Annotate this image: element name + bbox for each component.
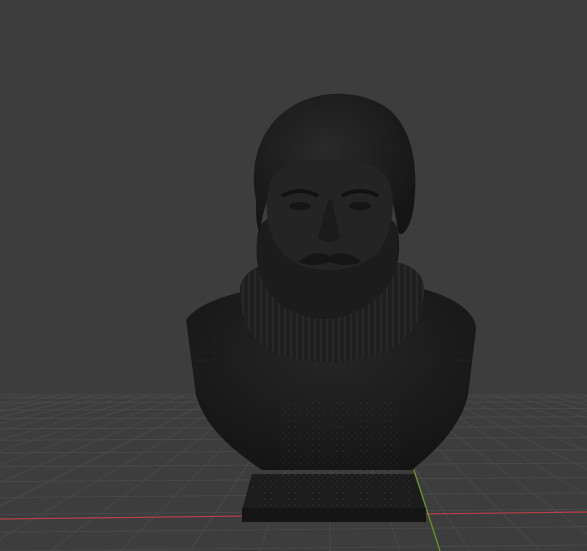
viewport-canvas[interactable] — [0, 0, 587, 551]
grid-line — [581, 394, 587, 397]
bust-right-eye — [349, 202, 371, 210]
grid-line — [545, 394, 587, 406]
bust-base-front — [242, 508, 426, 522]
bust-left-eye — [289, 202, 311, 210]
3d-viewport[interactable] — [0, 0, 587, 551]
grid-line — [563, 394, 587, 401]
bust-model[interactable] — [186, 93, 476, 522]
grid-line — [0, 544, 587, 551]
bust-chest-texture — [280, 400, 400, 480]
grid-line — [0, 526, 587, 533]
